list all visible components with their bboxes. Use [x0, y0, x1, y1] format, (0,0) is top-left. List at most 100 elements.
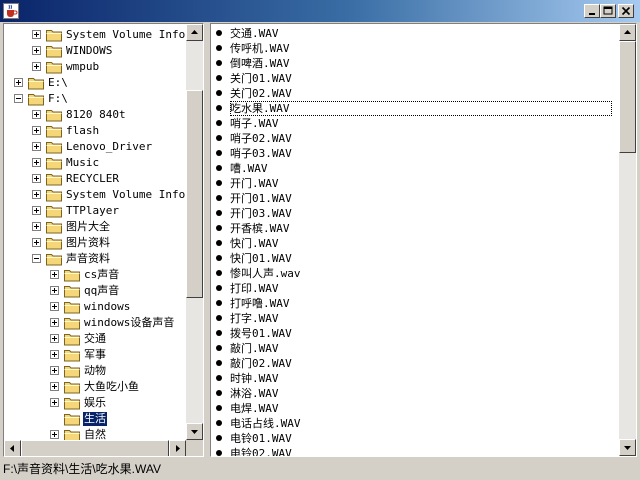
tree-item-label[interactable]: F:\ [47, 92, 69, 106]
file-name[interactable]: 敲门.WAV [230, 341, 279, 356]
file-list-item[interactable]: 惨叫人声.wav [211, 266, 611, 281]
file-name[interactable]: 电铃02.WAV [230, 446, 292, 456]
tree-vertical-scroll-thumb[interactable] [186, 90, 203, 298]
tree-item-label[interactable]: System Volume Inform [65, 28, 186, 42]
file-name[interactable]: 哨子.WAV [230, 116, 279, 131]
tree-item[interactable]: 声音资料 [4, 251, 186, 267]
tree-item[interactable]: 自然 [4, 427, 186, 440]
tree-item-label[interactable]: 大鱼吃小鱼 [83, 380, 140, 394]
file-list-item[interactable]: 打印.WAV [211, 281, 611, 296]
file-name[interactable]: 打印.WAV [230, 281, 279, 296]
tree-horizontal-scroll-thumb[interactable] [21, 440, 169, 456]
file-list-item[interactable]: 哨子03.WAV [211, 146, 611, 161]
file-name[interactable]: 关门02.WAV [230, 86, 292, 101]
file-name[interactable]: 电焊.WAV [230, 401, 279, 416]
file-name[interactable]: 吃水果.WAV [230, 101, 612, 116]
expand-icon[interactable] [32, 190, 41, 199]
tree-scroll-left-button[interactable] [4, 440, 21, 456]
tree-item[interactable]: windows设备声音 [4, 315, 186, 331]
tree-item-label[interactable]: 图片资料 [65, 236, 111, 250]
file-list-item[interactable]: 交通.WAV [211, 26, 611, 41]
tree-item-label[interactable]: 图片大全 [65, 220, 111, 234]
tree-item[interactable]: RECYCLER [4, 171, 186, 187]
tree-item-label[interactable]: Music [65, 156, 100, 170]
file-name[interactable]: 传呼机.WAV [230, 41, 290, 56]
file-list-item[interactable]: 哨子02.WAV [211, 131, 611, 146]
list-scroll-down-button[interactable] [619, 439, 636, 456]
file-list-item[interactable]: 敲门.WAV [211, 341, 611, 356]
expand-icon[interactable] [50, 286, 59, 295]
collapse-icon[interactable] [14, 94, 23, 103]
tree-horizontal-scrollbar[interactable] [4, 440, 186, 456]
tree-item-label[interactable]: windows [83, 300, 131, 314]
file-name[interactable]: 惨叫人声.wav [230, 266, 301, 281]
tree-item[interactable]: qq声音 [4, 283, 186, 299]
file-list-item[interactable]: 淋浴.WAV [211, 386, 611, 401]
tree-item-label[interactable]: WINDOWS [65, 44, 113, 58]
file-name[interactable]: 快门.WAV [230, 236, 279, 251]
file-name[interactable]: 开门01.WAV [230, 191, 292, 206]
tree-item[interactable]: WINDOWS [4, 43, 186, 59]
file-list-item[interactable]: 拨号01.WAV [211, 326, 611, 341]
tree-item-label[interactable]: 军事 [83, 348, 107, 362]
expand-icon[interactable] [50, 270, 59, 279]
expand-icon[interactable] [50, 334, 59, 343]
file-list-item[interactable]: 开香槟.WAV [211, 221, 611, 236]
minimize-button[interactable] [584, 4, 600, 18]
file-name[interactable]: 拨号01.WAV [230, 326, 292, 341]
file-list-item[interactable]: 电话占线.WAV [211, 416, 611, 431]
tree-item-label[interactable]: flash [65, 124, 100, 138]
file-name[interactable]: 打字.WAV [230, 311, 279, 326]
tree-item-label[interactable]: 声音资料 [65, 252, 111, 266]
file-name[interactable]: 开门03.WAV [230, 206, 292, 221]
tree-item[interactable]: Lenovo_Driver [4, 139, 186, 155]
expand-icon[interactable] [50, 350, 59, 359]
file-list-item[interactable]: 关门02.WAV [211, 86, 611, 101]
tree-item-label[interactable]: 自然 [83, 428, 107, 440]
expand-icon[interactable] [32, 46, 41, 55]
title-bar[interactable] [0, 0, 640, 22]
file-list-item[interactable]: 吃水果.WAV [211, 101, 612, 116]
file-list-item[interactable]: 开门01.WAV [211, 191, 611, 206]
expand-icon[interactable] [32, 158, 41, 167]
tree-item[interactable]: 生活 [4, 411, 186, 427]
expand-icon[interactable] [32, 206, 41, 215]
tree-item[interactable]: Music [4, 155, 186, 171]
file-list-pane[interactable]: 交通.WAV 传呼机.WAV 倒啤酒.WAV 关门01.WAV 关门02.WAV 吃水果.… [210, 23, 637, 457]
expand-icon[interactable] [32, 142, 41, 151]
file-name[interactable]: 开香槟.WAV [230, 221, 290, 236]
file-list-item[interactable]: 哨子.WAV [211, 116, 611, 131]
tree-item-label[interactable]: windows设备声音 [83, 316, 175, 330]
tree-item-label[interactable]: 8120 840t [65, 108, 127, 122]
tree-item[interactable]: E:\ [4, 75, 186, 91]
tree-item-label[interactable]: 生活 [83, 412, 107, 426]
tree-item[interactable]: 军事 [4, 347, 186, 363]
expand-icon[interactable] [32, 30, 41, 39]
file-name[interactable]: 哨子02.WAV [230, 131, 292, 146]
java-coffee-cup-icon[interactable] [3, 3, 19, 19]
expand-icon[interactable] [14, 78, 23, 87]
tree-item[interactable]: 图片资料 [4, 235, 186, 251]
file-list-item[interactable]: 开门.WAV [211, 176, 611, 191]
tree-item[interactable]: 交通 [4, 331, 186, 347]
expand-icon[interactable] [32, 126, 41, 135]
tree-item-label[interactable]: 动物 [83, 364, 107, 378]
file-name[interactable]: 哨子03.WAV [230, 146, 292, 161]
file-name[interactable]: 淋浴.WAV [230, 386, 279, 401]
tree-item[interactable]: wmpub [4, 59, 186, 75]
expand-icon[interactable] [32, 238, 41, 247]
file-list-item[interactable]: 电焊.WAV [211, 401, 611, 416]
file-name[interactable]: 敲门02.WAV [230, 356, 292, 371]
tree-item[interactable]: 大鱼吃小鱼 [4, 379, 186, 395]
list-scroll-up-button[interactable] [619, 24, 636, 41]
tree-item[interactable]: 图片大全 [4, 219, 186, 235]
file-list-item[interactable]: 打字.WAV [211, 311, 611, 326]
expand-icon[interactable] [32, 174, 41, 183]
tree-item-label[interactable]: cs声音 [83, 268, 120, 282]
tree-item[interactable]: 8120 840t [4, 107, 186, 123]
maximize-button[interactable] [600, 4, 616, 18]
folder-tree[interactable]: System Volume Inform WINDOWS wmpub E:\ F:\ 81… [4, 24, 186, 440]
tree-item[interactable]: TTPlayer [4, 203, 186, 219]
file-list-item[interactable]: 电铃02.WAV [211, 446, 611, 456]
file-list[interactable]: 交通.WAV 传呼机.WAV 倒啤酒.WAV 关门01.WAV 关门02.WAV 吃水果.… [211, 24, 618, 456]
